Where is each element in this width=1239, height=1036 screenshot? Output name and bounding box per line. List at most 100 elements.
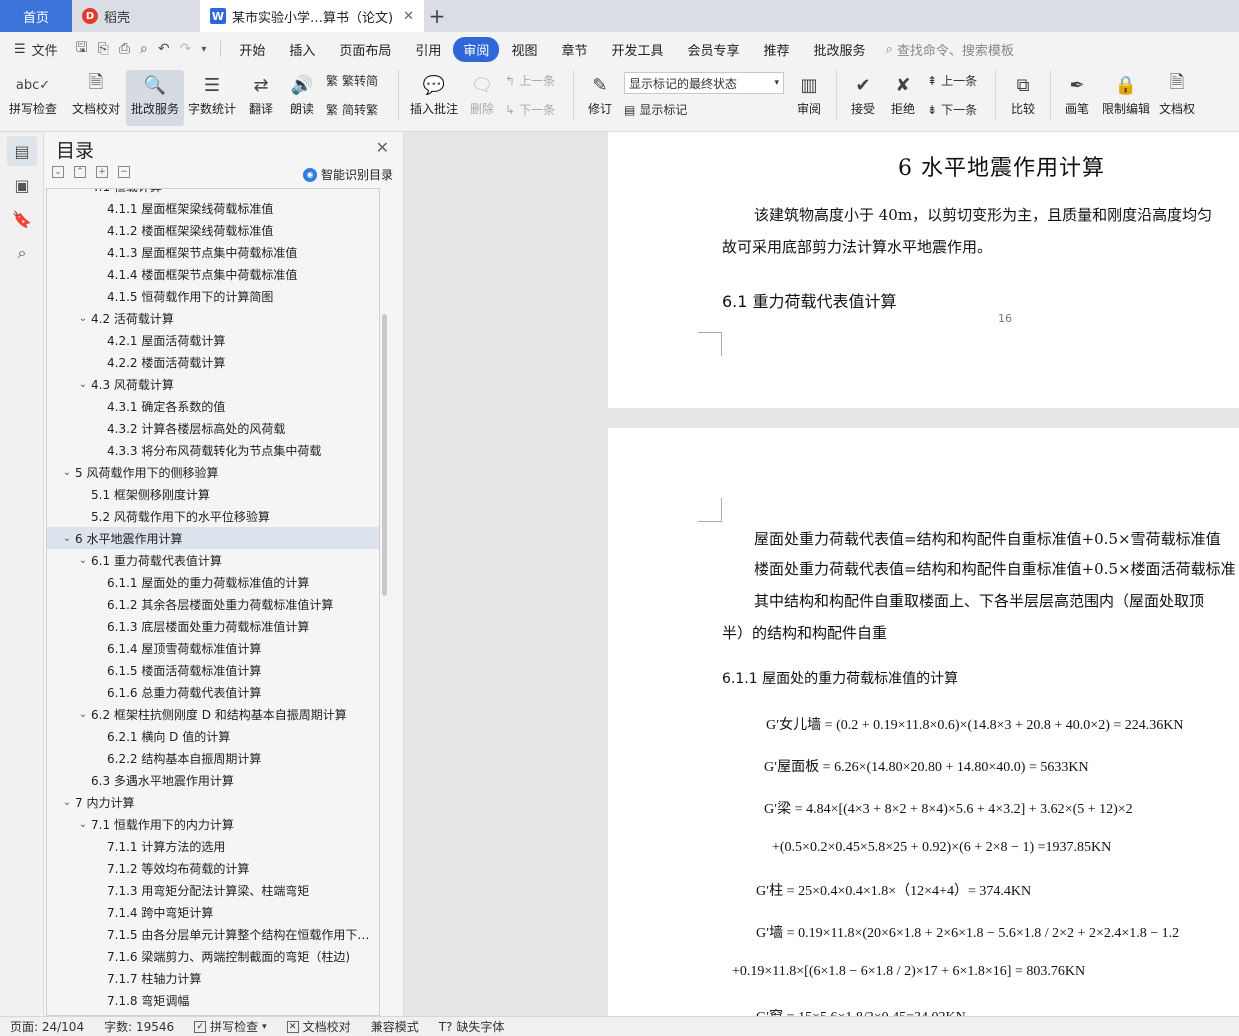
- menu-insert[interactable]: 插入: [277, 37, 327, 62]
- save-icon[interactable]: 🖫: [76, 37, 88, 61]
- read-aloud-button[interactable]: 🔊 朗读: [282, 70, 322, 126]
- delete-comment-button[interactable]: 🗨 删除: [463, 70, 501, 126]
- command-search[interactable]: ⌕ 查找命令、搜索模板: [886, 40, 1014, 59]
- toc-scroll-thumb[interactable]: [382, 314, 387, 596]
- menu-view[interactable]: 视图: [499, 37, 549, 62]
- compat-mode[interactable]: 兼容模式: [361, 1018, 429, 1035]
- chevron-down-icon[interactable]: ⌄: [75, 709, 91, 720]
- close-icon[interactable]: ✕: [403, 9, 414, 24]
- preview-icon[interactable]: ⌕: [140, 41, 148, 57]
- document-canvas[interactable]: 🗎▾ 6 水平地震作用计算 该建筑物高度小于 40m，以剪切变形为主，且质量和刚…: [404, 132, 1239, 1016]
- undo-icon[interactable]: ↶: [158, 41, 170, 57]
- toc-item[interactable]: 7.1.3 用弯矩分配法计算梁、柱端弯矩: [47, 879, 379, 901]
- collapse-all-icon[interactable]: ⌃: [74, 166, 86, 178]
- toc-item[interactable]: 5.1 框架侧移刚度计算: [47, 483, 379, 505]
- chevron-down-icon[interactable]: ⌄: [75, 313, 91, 324]
- toc-item[interactable]: ⌄4.1 恒载计算: [47, 189, 379, 197]
- toc-item[interactable]: ⌄ 4.2 活荷载计算: [47, 307, 379, 329]
- prev-comment-button[interactable]: ↰ 上一条: [505, 72, 563, 89]
- add-heading-icon[interactable]: +: [96, 166, 108, 178]
- menu-layout[interactable]: 页面布局: [327, 37, 403, 62]
- menu-devtools[interactable]: 开发工具: [599, 37, 675, 62]
- toc-item[interactable]: 7.1.6 梁端剪力、两端控制截面的弯矩（柱边): [47, 945, 379, 967]
- toc-item[interactable]: 6.3 多遇水平地震作用计算: [47, 769, 379, 791]
- markup-state-select[interactable]: 显示标记的最终状态 ▾: [624, 72, 784, 94]
- missing-font[interactable]: T? 缺失字体: [429, 1018, 515, 1035]
- toc-item[interactable]: ⌄ 7.1 恒载作用下的内力计算: [47, 813, 379, 835]
- chevron-down-icon[interactable]: ⌄: [75, 189, 91, 192]
- remove-heading-icon[interactable]: −: [118, 166, 130, 178]
- toc-item[interactable]: 7.1.4 跨中弯矩计算: [47, 901, 379, 923]
- toc-item[interactable]: 6.1.2 其余各层楼面处重力荷载标准值计算: [47, 593, 379, 615]
- toc-item[interactable]: 6.2.2 结构基本自振周期计算: [47, 747, 379, 769]
- chapter-nav-icon[interactable]: ▣: [7, 170, 37, 200]
- accept-button[interactable]: ✔ 接受: [843, 70, 883, 126]
- toc-item[interactable]: 6.1.3 底层楼面处重力荷载标准值计算: [47, 615, 379, 637]
- file-menu[interactable]: ☰ 文件: [0, 40, 68, 59]
- toc-item[interactable]: 4.3.2 计算各楼层标高处的风荷载: [47, 417, 379, 439]
- next-comment-button[interactable]: ↳ 下一条: [505, 101, 563, 118]
- toc-item[interactable]: 4.1.1 屋面框架梁线荷载标准值: [47, 197, 379, 219]
- toc-item[interactable]: 7.1.7 柱轴力计算: [47, 967, 379, 989]
- expand-all-icon[interactable]: ⌄: [52, 166, 64, 178]
- next-revision-button[interactable]: ⇟ 下一条: [927, 101, 985, 118]
- toc-item[interactable]: 4.3.1 确定各系数的值: [47, 395, 379, 417]
- toc-item[interactable]: 7.1.2 等效均布荷载的计算: [47, 857, 379, 879]
- chevron-down-icon[interactable]: ⌄: [59, 467, 75, 478]
- toc-item[interactable]: 7.1.1 计算方法的选用: [47, 835, 379, 857]
- chevron-down-icon[interactable]: ⌄: [75, 555, 91, 566]
- search-icon[interactable]: ⌕: [7, 238, 37, 268]
- restrict-edit-button[interactable]: 🔒 限制编辑: [1097, 70, 1155, 126]
- prev-revision-button[interactable]: ⇞ 上一条: [927, 72, 985, 89]
- toc-item[interactable]: 4.1.4 楼面框架节点集中荷载标准值: [47, 263, 379, 285]
- doccheck-button[interactable]: 🗎 文档校对: [66, 70, 126, 126]
- toc-item[interactable]: 4.2.2 楼面活荷载计算: [47, 351, 379, 373]
- simp-to-trad-button[interactable]: 繁简转繁: [326, 101, 388, 118]
- toc-item[interactable]: 4.3.3 将分布风荷载转化为节点集中荷载: [47, 439, 379, 461]
- doc-rights-button[interactable]: 🗎 文档权: [1155, 70, 1199, 126]
- toc-item[interactable]: 6.1.6 总重力荷载代表值计算: [47, 681, 379, 703]
- toc-item[interactable]: ⌄ 5 风荷载作用下的侧移验算: [47, 461, 379, 483]
- menu-start[interactable]: 开始: [227, 37, 277, 62]
- toc-scrollbar[interactable]: [380, 188, 388, 1016]
- status-spellcheck[interactable]: ✓ 拼写检查 ▾: [184, 1018, 277, 1035]
- export-icon[interactable]: ⎘: [98, 41, 109, 57]
- toc-item[interactable]: ⌄ 6 水平地震作用计算: [47, 527, 379, 549]
- toc-item[interactable]: ⌄ 7 内力计算: [47, 791, 379, 813]
- revise-button[interactable]: ✎ 修订: [580, 70, 620, 126]
- review-pane-button[interactable]: ▥ 审阅: [788, 70, 830, 126]
- menu-review[interactable]: 审阅: [453, 36, 500, 62]
- redo-icon[interactable]: ↷: [180, 41, 192, 57]
- toc-item[interactable]: 7.1.8 弯矩调幅: [47, 989, 379, 1011]
- chevron-down-icon[interactable]: ⌄: [59, 797, 75, 808]
- tab-daoke[interactable]: D 稻壳: [72, 0, 200, 32]
- pen-button[interactable]: ✒ 画笔: [1057, 70, 1097, 126]
- bookmark-icon[interactable]: 🔖: [7, 204, 37, 234]
- translate-button[interactable]: ⇄ 翻译: [240, 70, 282, 126]
- toc-item[interactable]: 4.1.2 楼面框架梁线荷载标准值: [47, 219, 379, 241]
- chevron-down-icon[interactable]: ⌄: [75, 379, 91, 390]
- chevron-down-icon[interactable]: ▾: [201, 44, 206, 55]
- menu-reference[interactable]: 引用: [403, 37, 453, 62]
- toc-item[interactable]: 6.1.5 楼面活荷载标准值计算: [47, 659, 379, 681]
- smart-toc-button[interactable]: ◉ 智能识别目录: [302, 166, 393, 183]
- toc-item[interactable]: 6.1.1 屋面处的重力荷载标准值的计算: [47, 571, 379, 593]
- word-count[interactable]: 字数: 19546: [94, 1018, 184, 1035]
- toc-item[interactable]: ⌄ 6.1 重力荷载代表值计算: [47, 549, 379, 571]
- reject-button[interactable]: ✘ 拒绝: [883, 70, 923, 126]
- tab-home[interactable]: 首页: [0, 0, 72, 32]
- chevron-down-icon[interactable]: ⌄: [75, 819, 91, 830]
- insert-comment-button[interactable]: 💬 插入批注: [405, 70, 463, 126]
- wordcount-button[interactable]: ☰ 字数统计: [184, 70, 240, 126]
- toc-item[interactable]: 6.2.1 横向 D 值的计算: [47, 725, 379, 747]
- compare-button[interactable]: ⧉ 比较: [1002, 70, 1044, 126]
- toc-item[interactable]: 6.1.4 屋顶雪荷载标准值计算: [47, 637, 379, 659]
- toc-icon[interactable]: ▤: [7, 136, 37, 166]
- toc-item[interactable]: 5.2 风荷载作用下的水平位移验算: [47, 505, 379, 527]
- toc-item[interactable]: 4.2.1 屋面活荷载计算: [47, 329, 379, 351]
- correction-service-button[interactable]: 🔍 批改服务: [126, 70, 184, 126]
- close-icon[interactable]: ✕: [376, 138, 389, 157]
- menu-recommend[interactable]: 推荐: [752, 37, 802, 62]
- tab-document[interactable]: W 某市实验小学…算书（论文) ✕: [200, 0, 424, 32]
- menu-chapter[interactable]: 章节: [549, 37, 599, 62]
